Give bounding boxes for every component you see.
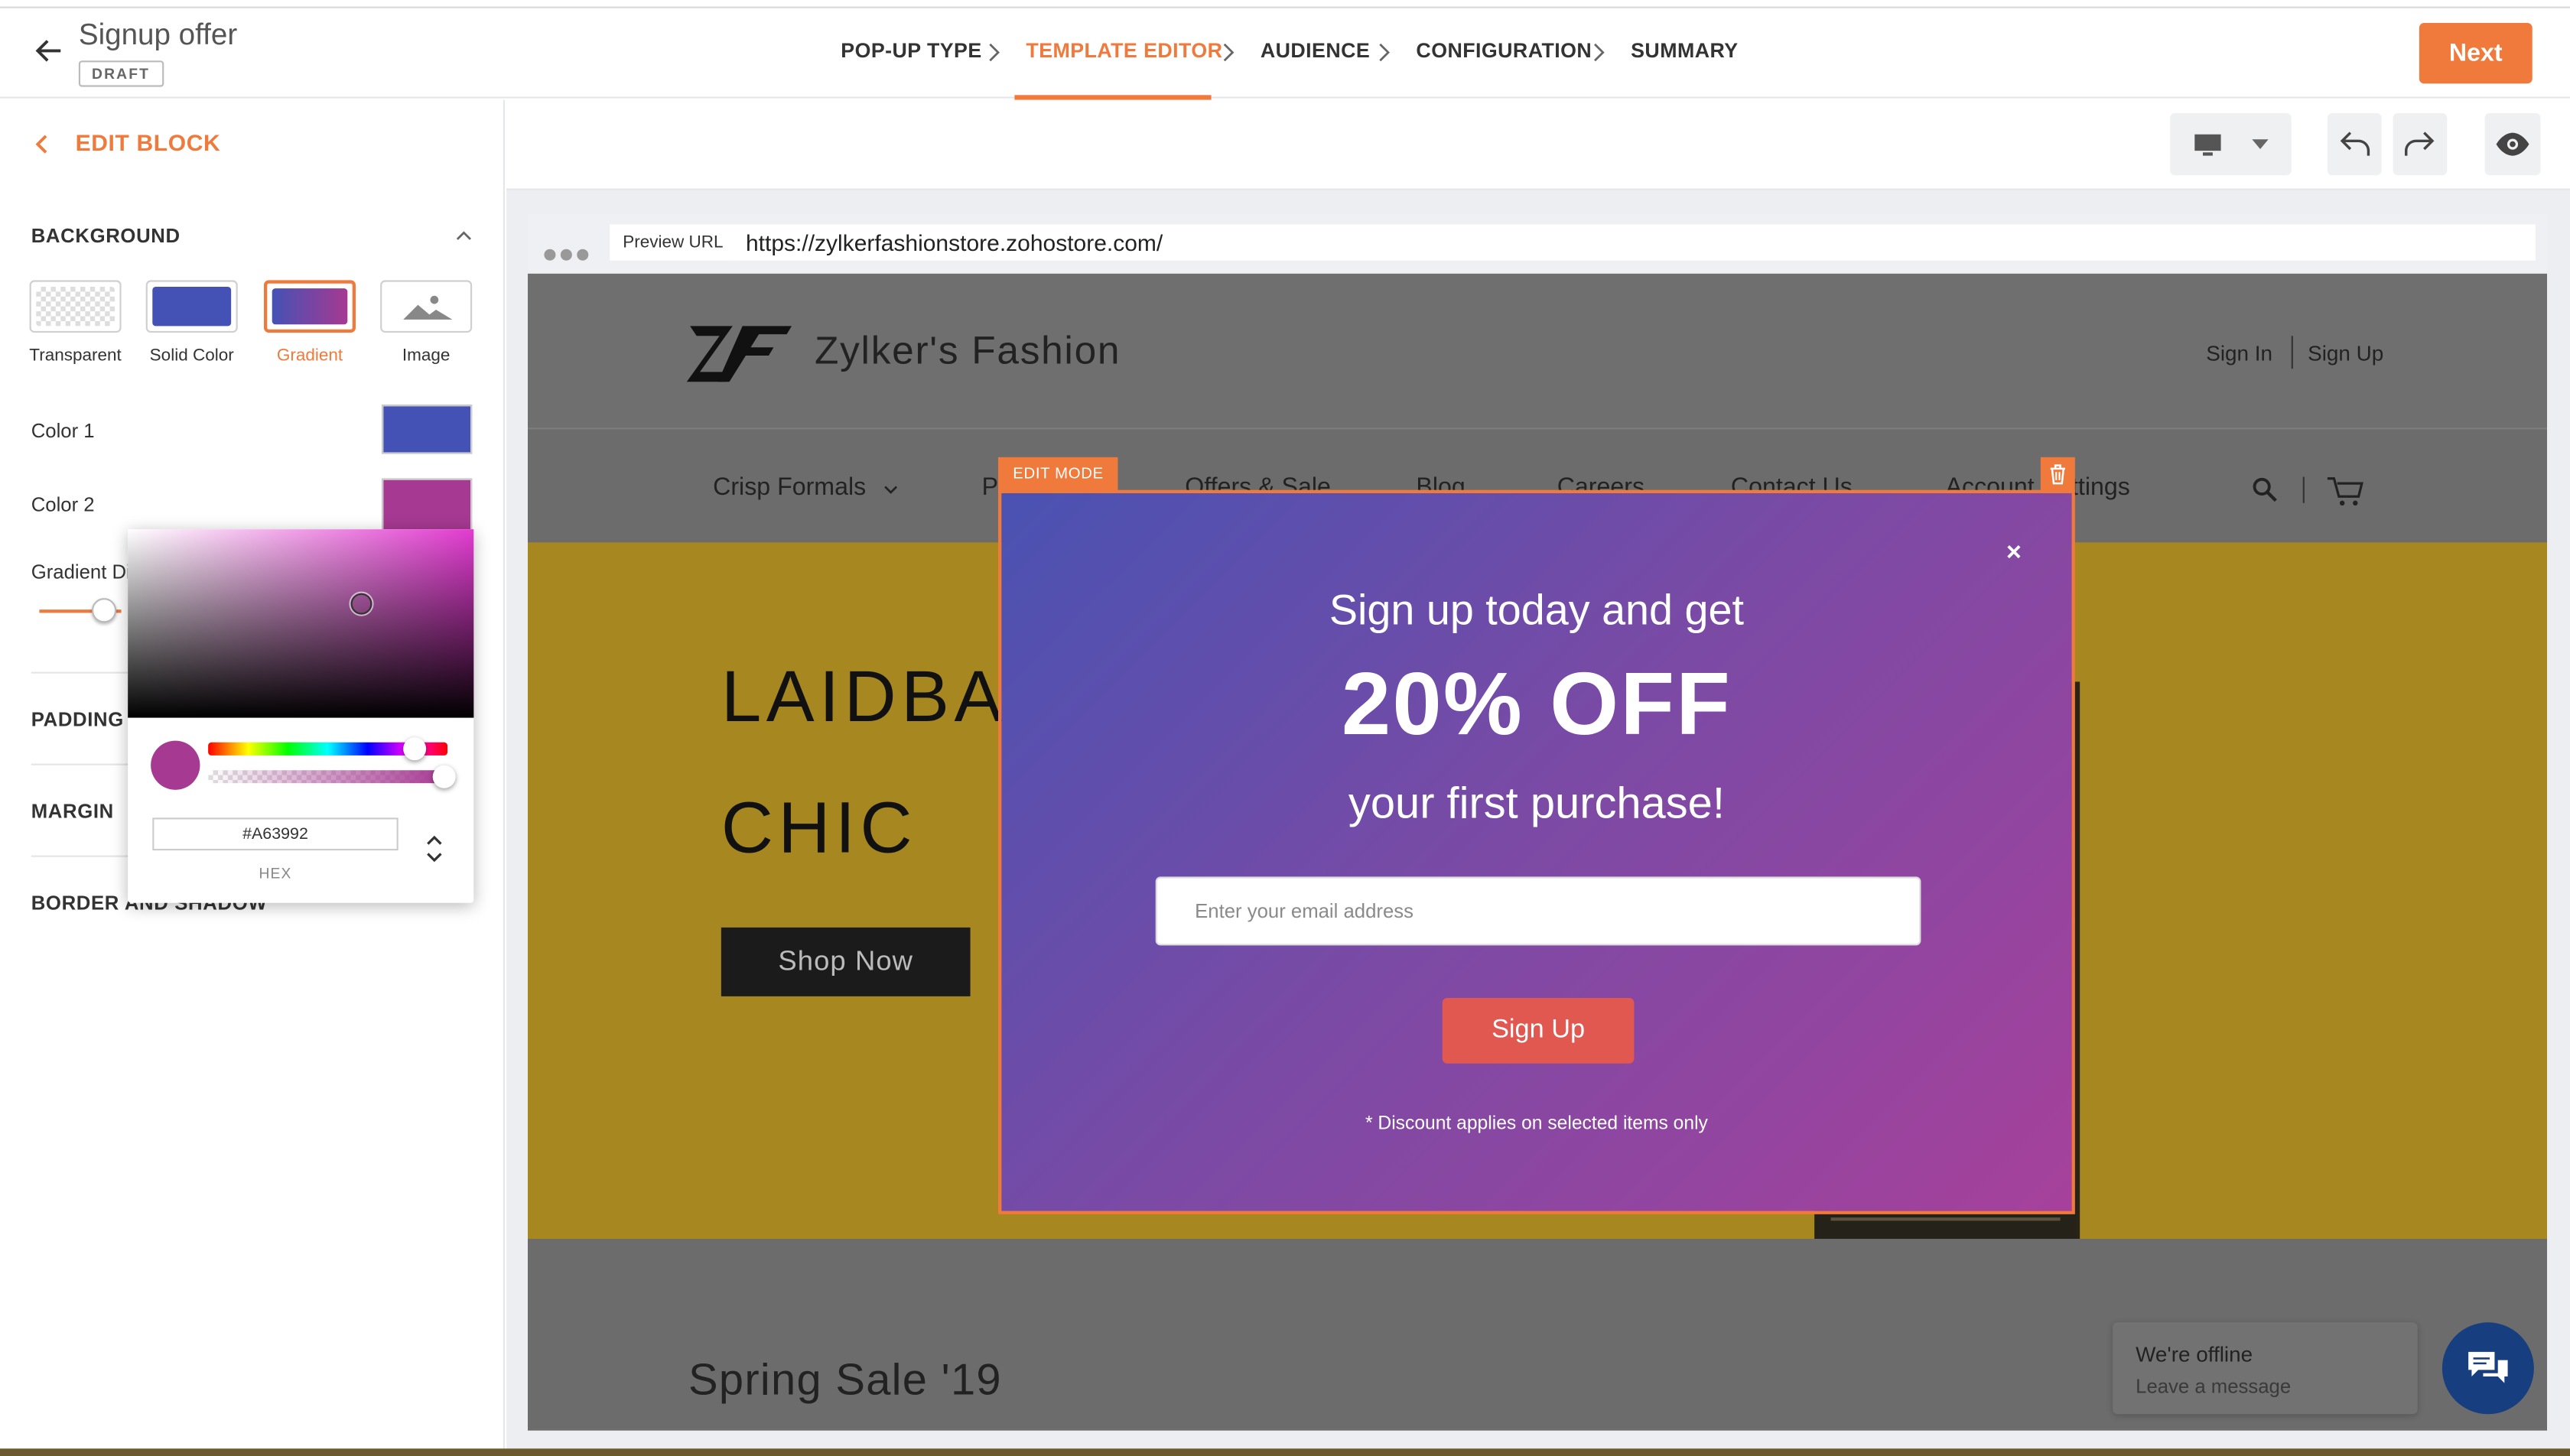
site-nav-item[interactable]: Crisp Formals [713,473,866,501]
hue-slider-handle[interactable] [403,737,427,761]
alpha-slider-handle[interactable] [432,765,456,788]
eye-icon [2496,132,2529,156]
site-section-title: Spring Sale '19 [688,1355,1002,1405]
background-section-title[interactable]: BACKGROUND [31,225,181,248]
divider [2291,336,2293,369]
popup-subheadline: your first purchase! [1348,778,1725,828]
redo-icon [2404,132,2435,156]
bg-option-solid[interactable] [145,280,238,333]
undo-button[interactable] [2327,112,2382,176]
chevron-right-icon [1223,43,1235,62]
step-popup-type[interactable]: POP-UP TYPE [841,39,981,62]
bg-option-gradient[interactable] [264,280,356,333]
window-bottom-edge [0,1448,2570,1456]
color2-label: Color 2 [31,493,95,516]
chevron-right-icon [1379,43,1390,62]
chat-icon [2468,1351,2508,1383]
cart-icon[interactable] [2326,475,2365,508]
saturation-cursor[interactable] [350,593,372,615]
image-icon [403,295,453,320]
chevron-up-icon[interactable] [456,229,472,242]
step-template-editor[interactable]: TEMPLATE EDITOR [1026,39,1222,62]
alpha-slider[interactable] [208,770,447,784]
bg-label-gradient: Gradient [276,346,343,366]
color2-swatch[interactable] [382,478,473,531]
popup-email-input[interactable] [1155,876,1921,946]
padding-section-title[interactable]: PADDING [31,708,124,731]
wizard-steps: POP-UP TYPE TEMPLATE EDITOR AUDIENCE CON… [0,8,2570,100]
device-select[interactable] [2170,112,2292,176]
chevron-down-icon [884,486,898,494]
caret-down-icon [2252,139,2269,149]
popup-signup-button[interactable]: Sign Up [1442,998,1635,1064]
chat-status-text: We're offline [2136,1342,2253,1367]
site-brand: Zylker's Fashion [815,329,1121,374]
step-summary[interactable]: SUMMARY [1631,39,1738,62]
popup-disclaimer: * Discount applies on selected items onl… [1365,1114,1708,1134]
popup-headline: Sign up today and get [1329,585,1744,635]
preview-url-label: Preview URL [610,224,738,261]
chevron-right-icon [1594,43,1605,62]
redo-button[interactable] [2393,112,2448,176]
desktop-icon [2194,134,2221,156]
top-bar: Signup offer DRAFT POP-UP TYPE TEMPLATE … [0,6,2570,100]
next-button[interactable]: Next [2419,23,2533,84]
bg-label-image: Image [402,346,451,366]
popup-discount: 20% OFF [1341,655,1732,754]
preview-address-bar: Preview URL https://zylkerfashionstore.z… [528,214,2547,274]
chevron-right-icon [989,43,1000,62]
divider [2302,476,2305,503]
color-picker-popover: HEX [128,529,474,903]
hex-input[interactable] [152,817,399,851]
search-icon[interactable] [2252,477,2278,503]
chat-launcher-button[interactable] [2442,1322,2534,1415]
site-nav-item[interactable]: P [982,473,998,501]
gradient-direction-slider-handle[interactable] [92,598,117,623]
bg-option-image[interactable] [380,280,473,333]
chevron-left-icon [35,135,47,154]
edit-block-header[interactable]: EDIT BLOCK [33,129,221,156]
signup-popup[interactable]: × Sign up today and get 20% OFF your fir… [998,489,2075,1214]
site-header: Zylker's Fashion Sign In Sign Up [528,273,2547,430]
delete-block-button[interactable] [2040,457,2075,492]
site-sign-up-link[interactable]: Sign Up [2308,341,2383,366]
hex-label: HEX [259,865,292,882]
saturation-value-area[interactable] [128,529,474,718]
zylker-logo-icon [686,326,792,382]
step-audience[interactable]: AUDIENCE [1261,39,1370,62]
chat-action-text: Leave a message [2136,1374,2292,1398]
preview-url-field[interactable]: https://zylkerfashionstore.zohostore.com… [732,224,2536,261]
trash-icon [2050,464,2065,485]
chat-status-bubble[interactable]: We're offline Leave a message [2113,1322,2418,1415]
step-configuration[interactable]: CONFIGURATION [1416,39,1592,62]
editor-toolbar [506,99,2570,190]
bg-option-transparent[interactable] [29,280,122,333]
shop-now-button[interactable]: Shop Now [721,927,971,996]
color1-label: Color 1 [31,419,95,443]
edit-mode-badge: EDIT MODE [998,457,1119,492]
format-toggle-icon[interactable] [423,829,446,868]
bg-label-transparent: Transparent [29,346,122,366]
preview-button[interactable] [2484,112,2541,176]
popup-close-icon[interactable]: × [2006,539,2022,569]
bg-label-solid: Solid Color [149,346,234,366]
color1-swatch[interactable] [382,405,473,454]
hero-heading-line2: CHIC [721,788,918,869]
margin-section-title[interactable]: MARGIN [31,800,114,823]
undo-icon [2340,132,2370,156]
app-root: Signup offer DRAFT POP-UP TYPE TEMPLATE … [0,0,2570,1456]
edit-block-label: EDIT BLOCK [75,129,221,156]
color-preview-swatch [151,740,200,790]
gradient-direction-label: Gradient Di [31,560,131,583]
site-sign-in-link[interactable]: Sign In [2206,341,2272,366]
window-dots [544,239,593,269]
